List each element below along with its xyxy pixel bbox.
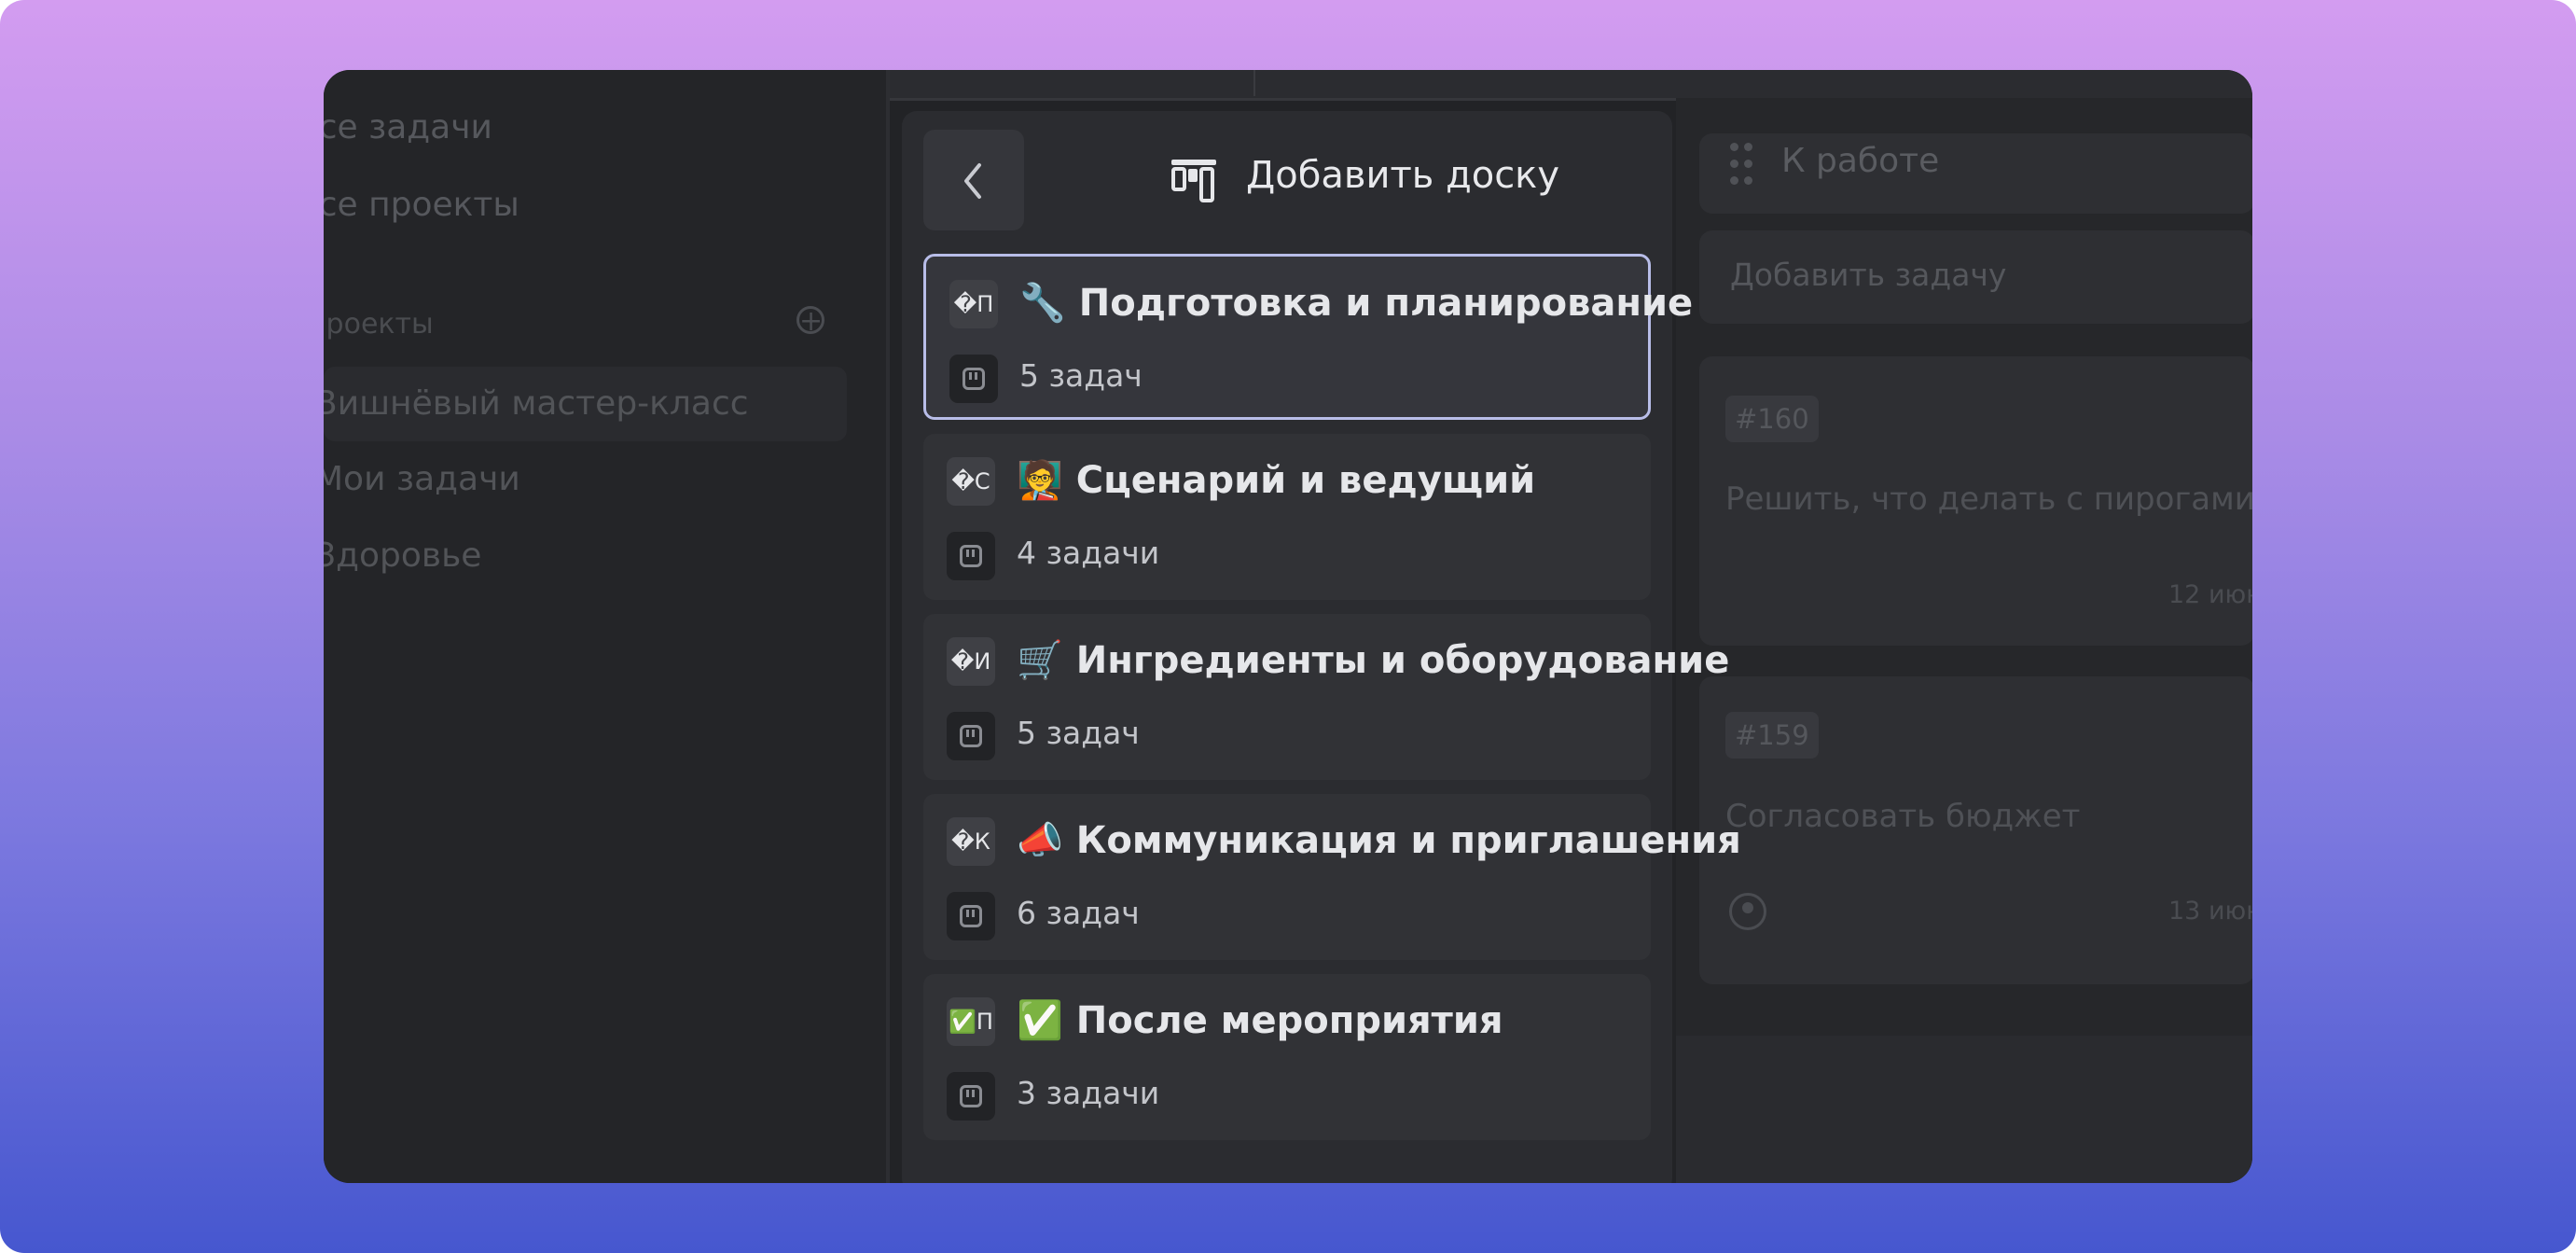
board-task-count: 6 задач: [1017, 895, 1140, 931]
background: Все задачи Все проекты Проекты + Вишнёвы…: [0, 0, 2576, 1253]
board-bottom-area: [1676, 1036, 2252, 1183]
board-tasks-icon: [947, 892, 995, 940]
back-button[interactable]: [923, 130, 1024, 230]
chevron-left-icon: [964, 163, 981, 199]
column-title: К работе: [1781, 142, 1940, 180]
task-id-badge: #159: [1725, 712, 1819, 759]
board-option-title: ✅ После мероприятия: [1017, 999, 1503, 1042]
board-option[interactable]: �П 🔧 Подготовка и планирование 5 задач: [923, 254, 1693, 420]
nav-all-projects[interactable]: Все проекты: [324, 186, 519, 224]
sidebar-project-my-tasks[interactable]: Мои задачи: [324, 460, 520, 498]
board-option-title: 🛒 Ингредиенты и оборудование: [1017, 639, 1730, 682]
kanban-board-icon: [1171, 160, 1216, 202]
board-option[interactable]: ✅П ✅ После мероприятия 3 задачи: [923, 974, 1651, 1140]
sidebar-project-cherry[interactable]: Вишнёвый мастер-класс: [324, 384, 749, 423]
drag-handle-icon[interactable]: [1730, 143, 1752, 188]
add-task-label: Добавить задачу: [1730, 257, 2007, 293]
board-task-count: 4 задачи: [1017, 535, 1160, 571]
board-option-title: 🔧 Подготовка и планирование: [1019, 282, 1694, 325]
add-project-icon[interactable]: +: [796, 306, 824, 336]
board-emoji-chip: �К: [947, 817, 995, 866]
sidebar-project-health[interactable]: Здоровье: [324, 536, 481, 575]
panel-title: Добавить доску: [1246, 154, 1560, 197]
board-emoji-chip: �С: [947, 457, 995, 506]
nav-all-tasks[interactable]: Все задачи: [324, 108, 492, 146]
task-id-badge: #160: [1725, 396, 1819, 442]
board-option-title: 🧑‍🏫 Сценарий и ведущий: [1017, 459, 1536, 502]
task-date: 13 июн: [2168, 897, 2252, 926]
board-option[interactable]: �С 🧑‍🏫 Сценарий и ведущий 4 задачи: [923, 434, 1651, 600]
board-tasks-icon: [947, 712, 995, 760]
board-task-count: 3 задачи: [1017, 1075, 1160, 1111]
board-task-count: 5 задач: [1017, 715, 1140, 751]
board-tasks-icon: [947, 532, 995, 580]
app-window: Все задачи Все проекты Проекты + Вишнёвы…: [324, 70, 2252, 1183]
board-option-title: 📣 Коммуникация и приглашения: [1017, 819, 1741, 862]
sidebar: [324, 70, 887, 1183]
task-date: 12 июн: [2168, 580, 2252, 609]
projects-section-label: Проекты: [324, 308, 434, 341]
board-tasks-icon: [949, 355, 998, 403]
board-option[interactable]: �К 📣 Коммуникация и приглашения 6 задач: [923, 794, 1741, 960]
board-emoji-chip: ✅П: [947, 997, 995, 1046]
assignee-avatar-icon[interactable]: [1729, 893, 1766, 930]
task-title: Согласовать бюджет: [1725, 798, 2081, 835]
task-title: Решить, что делать с пирогами: [1725, 480, 2252, 518]
top-toolbar: [890, 70, 2252, 101]
board-option[interactable]: �И 🛒 Ингредиенты и оборудование 5 задач: [923, 614, 1729, 780]
sidebar-divider: [886, 70, 890, 1183]
board-task-count: 5 задач: [1019, 357, 1143, 394]
board-emoji-chip: �И: [947, 637, 995, 686]
toolbar-tab[interactable]: [918, 70, 1255, 96]
board-tasks-icon: [947, 1072, 995, 1121]
board-emoji-chip: �П: [949, 280, 998, 328]
